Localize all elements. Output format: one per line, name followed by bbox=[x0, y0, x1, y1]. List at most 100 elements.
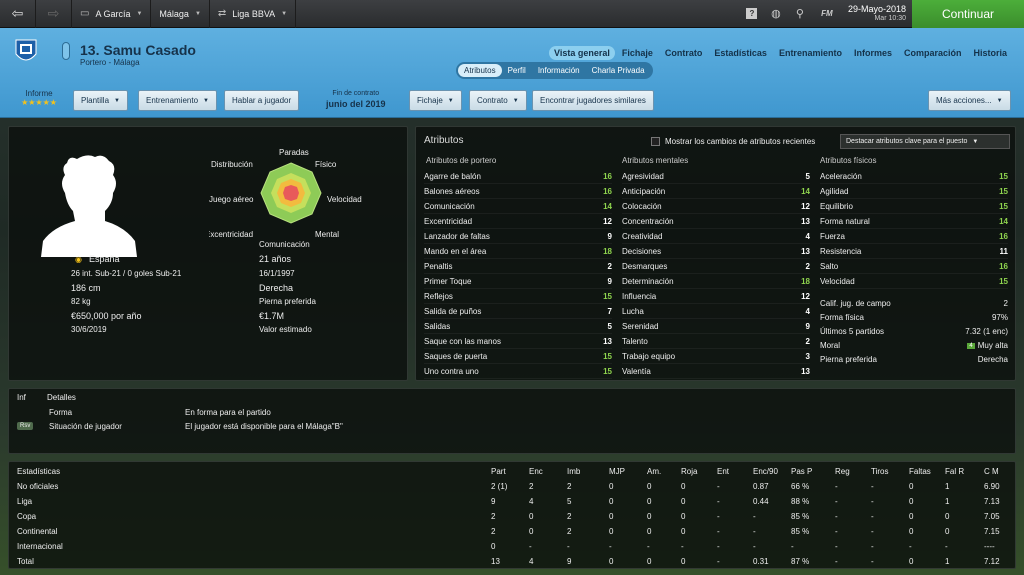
attribute-row[interactable]: Agarre de balón 16 bbox=[424, 169, 612, 184]
attribute-row[interactable]: Forma natural 14 bbox=[820, 214, 1008, 229]
nationality[interactable]: España bbox=[89, 254, 120, 264]
stats-header-cell[interactable]: Part bbox=[491, 467, 506, 476]
attribute-row[interactable]: Influencia 12 bbox=[622, 289, 810, 304]
attribute-row[interactable]: Equilibrio 15 bbox=[820, 199, 1008, 214]
attribute-row[interactable]: Aceleración 15 bbox=[820, 169, 1008, 184]
stats-header-cell[interactable]: Enc/90 bbox=[753, 467, 778, 476]
globe-icon[interactable]: ◍ bbox=[764, 0, 788, 28]
attribute-row[interactable]: Lucha 4 bbox=[622, 304, 810, 319]
highlight-dropdown[interactable]: Destacar atributos clave para el puesto ▼ bbox=[840, 134, 1010, 149]
subtab-perfil[interactable]: Perfil bbox=[502, 64, 532, 77]
help-icon[interactable]: ? bbox=[740, 0, 764, 28]
club-menu[interactable]: Málaga ▼ bbox=[151, 0, 210, 28]
attribute-row[interactable]: Reflejos 15 bbox=[424, 289, 612, 304]
manager-menu[interactable]: ▭ A García ▼ bbox=[72, 0, 152, 28]
attribute-row[interactable]: Decisiones 13 bbox=[622, 244, 810, 259]
tab-comparacion[interactable]: Comparación bbox=[899, 46, 967, 60]
attribute-row[interactable]: Resistencia 11 bbox=[820, 244, 1008, 259]
attribute-row[interactable]: Uno contra uno 15 bbox=[424, 364, 612, 379]
stats-header-cell[interactable]: Fal R bbox=[945, 467, 964, 476]
attribute-row[interactable]: Salto 16 bbox=[820, 259, 1008, 274]
stats-header-cell[interactable]: C M bbox=[984, 467, 999, 476]
contract-label: Fin de contrato bbox=[332, 90, 380, 97]
attribute-row[interactable]: Trabajo equipo 3 bbox=[622, 349, 810, 364]
attribute-row[interactable]: Agresividad 5 bbox=[622, 169, 810, 184]
attribute-row[interactable]: Balones aéreos 16 bbox=[424, 184, 612, 199]
tab-estadisticas[interactable]: Estadísticas bbox=[709, 46, 772, 60]
attribute-row[interactable]: Excentricidad 12 bbox=[424, 214, 612, 229]
attribute-row[interactable]: Saque con las manos 13 bbox=[424, 334, 612, 349]
attribute-row[interactable]: Determinación 18 bbox=[622, 274, 810, 289]
tab-contrato[interactable]: Contrato bbox=[660, 46, 708, 60]
stats-header-cell[interactable]: Imb bbox=[567, 467, 580, 476]
stats-header-cell[interactable]: Reg bbox=[835, 467, 850, 476]
attribute-row[interactable]: Salidas 5 bbox=[424, 319, 612, 334]
back-button[interactable]: ⇦ bbox=[0, 0, 36, 28]
player-switcher[interactable] bbox=[62, 42, 70, 60]
attribute-row[interactable]: Lanzador de faltas 9 bbox=[424, 229, 612, 244]
attribute-row[interactable]: Desmarques 2 bbox=[622, 259, 810, 274]
stats-cell: - bbox=[791, 542, 794, 551]
attribute-value: 4 bbox=[805, 231, 810, 241]
attribute-row[interactable]: Penaltis 2 bbox=[424, 259, 612, 274]
attribute-row[interactable]: Agilidad 15 bbox=[820, 184, 1008, 199]
attribute-row[interactable]: Primer Toque 9 bbox=[424, 274, 612, 289]
stats-header-cell[interactable]: Roja bbox=[681, 467, 697, 476]
encontrar-similares-button[interactable]: Encontrar jugadores similares bbox=[532, 90, 654, 111]
stats-header-cell[interactable]: Estadísticas bbox=[17, 467, 60, 476]
stats-cell: 0 bbox=[945, 527, 950, 536]
stats-header-cell[interactable]: Faltas bbox=[909, 467, 931, 476]
report-rating[interactable]: Informe ★★★★★ bbox=[14, 89, 64, 107]
profile-panel: Paradas Físico Distribución Juego aéreo … bbox=[8, 126, 408, 381]
misc-value: 97% bbox=[991, 313, 1008, 322]
plantilla-button[interactable]: Plantilla ▼ bbox=[73, 90, 128, 111]
continue-button[interactable]: Continuar bbox=[912, 0, 1024, 28]
subtab-atributos[interactable]: Atributos bbox=[458, 64, 502, 77]
contrato-button[interactable]: Contrato ▼ bbox=[469, 90, 527, 111]
attribute-row[interactable]: Velocidad 15 bbox=[820, 274, 1008, 289]
attribute-row[interactable]: Salida de puños 7 bbox=[424, 304, 612, 319]
stats-header-cell[interactable]: Enc bbox=[529, 467, 543, 476]
attribute-name: Fuerza bbox=[820, 231, 845, 241]
forward-button[interactable]: ⇨ bbox=[36, 0, 72, 28]
attribute-row[interactable]: Mando en el área 18 bbox=[424, 244, 612, 259]
mas-acciones-button[interactable]: Más acciones... ▼ bbox=[928, 90, 1011, 111]
attribute-row[interactable]: Valentía 13 bbox=[622, 364, 810, 379]
search-icon[interactable]: ⚲ bbox=[788, 0, 812, 28]
tab-historia[interactable]: Historia bbox=[968, 46, 1012, 60]
attribute-row[interactable]: Serenidad 9 bbox=[622, 319, 810, 334]
fichaje-button[interactable]: Fichaje ▼ bbox=[409, 90, 462, 111]
car-icon: ▭ bbox=[80, 8, 90, 19]
show-changes-checkbox[interactable] bbox=[651, 137, 660, 146]
tab-vista-general[interactable]: Vista general bbox=[549, 46, 615, 60]
fm-menu-button[interactable]: FM bbox=[812, 0, 842, 28]
tab-informes[interactable]: Informes bbox=[849, 46, 897, 60]
stats-header-cell[interactable]: Pas P bbox=[791, 467, 812, 476]
attribute-row[interactable]: Comunicación 14 bbox=[424, 199, 612, 214]
subtab-charla-privada[interactable]: Charla Privada bbox=[586, 64, 651, 77]
attribute-row[interactable]: Concentración 13 bbox=[622, 214, 810, 229]
entrenamiento-button[interactable]: Entrenamiento ▼ bbox=[138, 90, 217, 111]
attributes-panel: Atributos Mostrar los cambios de atribut… bbox=[415, 126, 1016, 381]
attribute-name: Excentricidad bbox=[424, 216, 473, 226]
stats-header-cell[interactable]: Ent bbox=[717, 467, 729, 476]
show-changes-label: Mostrar los cambios de atributos recient… bbox=[665, 137, 816, 146]
tab-fichaje[interactable]: Fichaje bbox=[617, 46, 658, 60]
attribute-name: Valentía bbox=[622, 366, 651, 376]
stats-header-cell[interactable]: Am. bbox=[647, 467, 661, 476]
attribute-row[interactable]: Anticipación 14 bbox=[622, 184, 810, 199]
attribute-row[interactable]: Creatividad 4 bbox=[622, 229, 810, 244]
stats-header-cell[interactable]: MJP bbox=[609, 467, 625, 476]
league-menu[interactable]: ⇄ Liga BBVA ▼ bbox=[210, 0, 297, 28]
tab-entrenamiento[interactable]: Entrenamiento bbox=[774, 46, 847, 60]
game-date[interactable]: 29-Mayo-2018 Mar 10:30 bbox=[842, 4, 912, 24]
attribute-name: Talento bbox=[622, 336, 648, 346]
attribute-row[interactable]: Fuerza 16 bbox=[820, 229, 1008, 244]
stats-header-cell[interactable]: Tiros bbox=[871, 467, 888, 476]
stats-cell: ---- bbox=[984, 542, 995, 551]
subtab-informacion[interactable]: Información bbox=[532, 64, 586, 77]
attribute-row[interactable]: Talento 2 bbox=[622, 334, 810, 349]
hablar-button[interactable]: Hablar a jugador bbox=[224, 90, 300, 111]
attribute-row[interactable]: Colocación 12 bbox=[622, 199, 810, 214]
attribute-row[interactable]: Saques de puerta 15 bbox=[424, 349, 612, 364]
